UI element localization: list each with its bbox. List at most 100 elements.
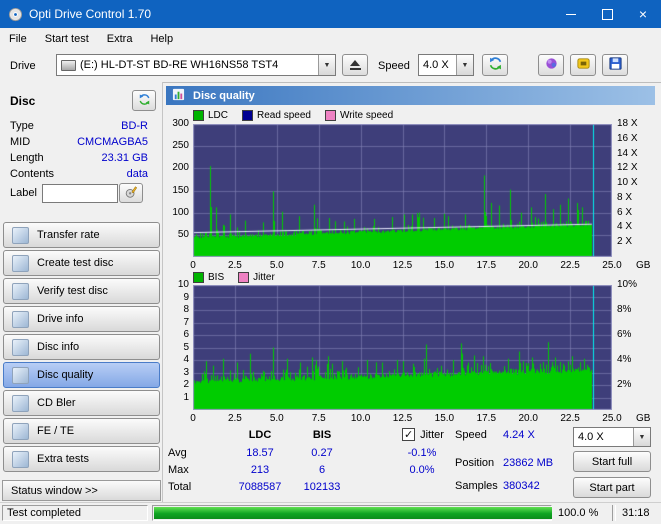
ldc-chart-legend: LDC Read speed Write speed bbox=[193, 109, 393, 121]
axis-label: 2.5 bbox=[227, 413, 242, 424]
options-button[interactable] bbox=[570, 54, 596, 76]
sidebar-item-transfer-rate[interactable]: Transfer rate bbox=[3, 222, 160, 248]
axis-label: 25.0 bbox=[602, 413, 622, 424]
axis-label: 12 X bbox=[617, 162, 638, 174]
disc-quality-icon bbox=[12, 366, 29, 384]
axis-label: 9 bbox=[183, 291, 189, 303]
legend-label: Read speed bbox=[257, 109, 311, 121]
axis-label: 4% bbox=[617, 354, 632, 365]
erase-disc-button[interactable] bbox=[538, 54, 564, 76]
stats-speed-select[interactable]: 4.0 X ▼ bbox=[573, 427, 651, 447]
label-input[interactable] bbox=[42, 184, 118, 203]
chevron-down-icon: ▼ bbox=[318, 55, 335, 75]
start-full-label: Start full bbox=[591, 455, 633, 468]
progress-bar bbox=[152, 505, 552, 521]
toolbar: Drive (E:) HL-DT-ST BD-RE WH16NS58 TST4 … bbox=[0, 49, 661, 83]
max-row-label: Max bbox=[168, 464, 189, 476]
disc-label-caption: Label bbox=[10, 187, 37, 199]
legend-swatch bbox=[242, 109, 254, 121]
disc-length-value: 23.31 GB bbox=[101, 152, 148, 164]
sidebar-item-label: Disc quality bbox=[37, 369, 94, 381]
position-stat-label: Position bbox=[455, 457, 495, 469]
sidebar-item-label: Drive info bbox=[37, 313, 84, 325]
disc-mid-value: CMCMAGBA5 bbox=[77, 136, 148, 148]
app-icon bbox=[8, 7, 23, 22]
toolbar-speed-value: 4.0 X bbox=[423, 59, 449, 71]
jitter-label: Jitter bbox=[420, 428, 444, 441]
menu-start-test[interactable]: Start test bbox=[36, 30, 98, 48]
axis-label: 15.0 bbox=[434, 413, 455, 424]
axis-label: 2 bbox=[183, 379, 189, 390]
samples-stat-label: Samples bbox=[455, 480, 498, 492]
sidebar-item-cd-bler[interactable]: CD Bler bbox=[3, 390, 160, 416]
jitter-checkbox[interactable]: ✓ bbox=[402, 428, 416, 441]
disc-refresh-button[interactable] bbox=[132, 90, 156, 111]
save-icon bbox=[608, 56, 623, 74]
title-bar: Opti Drive Control 1.70 × bbox=[0, 0, 661, 28]
sidebar-item-disc-quality[interactable]: Disc quality bbox=[3, 362, 160, 388]
menu-help[interactable]: Help bbox=[141, 30, 182, 48]
save-button[interactable] bbox=[602, 54, 628, 76]
menu-file[interactable]: File bbox=[0, 30, 36, 48]
disc-info-row: Contents data bbox=[10, 168, 148, 182]
axis-label: 10 X bbox=[617, 177, 638, 189]
sidebar-item-label: Extra tests bbox=[37, 453, 89, 465]
sidebar-item-drive-info[interactable]: Drive info bbox=[3, 306, 160, 332]
disc-length-label: Length bbox=[10, 152, 44, 164]
checkmark-icon: ✓ bbox=[403, 428, 414, 441]
axis-label: 10 bbox=[177, 279, 189, 290]
close-button[interactable]: × bbox=[625, 0, 661, 28]
drive-icon bbox=[61, 59, 76, 71]
edit-label-button[interactable] bbox=[119, 183, 143, 203]
ldc-max-value: 213 bbox=[250, 464, 270, 476]
erase-disc-icon bbox=[544, 56, 559, 74]
sidebar-item-label: Disc info bbox=[37, 341, 80, 353]
speed-stat-label: Speed bbox=[455, 429, 487, 441]
panel-header: Disc quality bbox=[166, 86, 655, 105]
legend-item: Write speed bbox=[324, 109, 393, 121]
options-icon bbox=[576, 56, 591, 74]
disc-contents-value[interactable]: data bbox=[127, 168, 148, 180]
BIS-canvas bbox=[193, 285, 612, 410]
axis-label: 0 bbox=[190, 260, 196, 271]
sidebar-item-disc-info[interactable]: Disc info bbox=[3, 334, 160, 360]
axis-label: 6 X bbox=[617, 206, 633, 218]
create-test-disc-icon bbox=[12, 254, 29, 272]
sidebar-item-create-test-disc[interactable]: Create test disc bbox=[3, 250, 160, 276]
sidebar-item-extra-tests[interactable]: Extra tests bbox=[3, 446, 160, 472]
axis-label: 3 bbox=[183, 366, 189, 378]
sidebar-item-fe-te[interactable]: FE / TE bbox=[3, 418, 160, 444]
axis-label: GB bbox=[636, 260, 651, 271]
minimize-button[interactable] bbox=[553, 0, 589, 28]
maximize-icon bbox=[601, 8, 613, 20]
sidebar: Disc Type BD-R MID CMCMAGBA5 Length 23.3… bbox=[0, 82, 163, 503]
legend-swatch bbox=[193, 271, 204, 283]
bis-column-header: BIS bbox=[312, 429, 332, 441]
drive-select[interactable]: (E:) HL-DT-ST BD-RE WH16NS58 TST4 ▼ bbox=[56, 54, 336, 76]
disc-info-icon bbox=[12, 338, 29, 356]
sidebar-item-verify-test-disc[interactable]: Verify test disc bbox=[3, 278, 160, 304]
axis-label: 25.0 bbox=[602, 260, 622, 271]
refresh-drives-button[interactable] bbox=[482, 54, 508, 76]
start-part-button[interactable]: Start part bbox=[573, 477, 651, 498]
axis-label: 200 bbox=[172, 162, 189, 174]
bis-chart: 10 9 8 7 6 5 4 3 2 1 10% 8% 6% 4% 2% 0 2.5 5.0 7.5 10.0 12.5… bbox=[178, 279, 651, 424]
axis-label: 2% bbox=[617, 379, 632, 390]
speed-label: Speed bbox=[378, 60, 410, 72]
drive-label: Drive bbox=[10, 60, 36, 72]
maximize-button[interactable] bbox=[589, 0, 625, 28]
total-row-label: Total bbox=[168, 481, 192, 493]
axis-label: 17.5 bbox=[476, 260, 497, 271]
extra-tests-icon bbox=[12, 450, 29, 468]
disc-contents-label: Contents bbox=[10, 168, 55, 180]
axis-label: 20.0 bbox=[518, 413, 538, 424]
eject-button[interactable] bbox=[342, 54, 368, 76]
start-full-button[interactable]: Start full bbox=[573, 451, 651, 472]
sidebar-item-label: Create test disc bbox=[37, 257, 114, 269]
toolbar-speed-select[interactable]: 4.0 X ▼ bbox=[418, 54, 474, 76]
status-window-button[interactable]: Status window >> bbox=[2, 480, 161, 501]
menu-extra[interactable]: Extra bbox=[98, 30, 142, 48]
drive-info-icon bbox=[12, 310, 29, 328]
legend-item: LDC bbox=[193, 109, 228, 121]
sidebar-item-label: Transfer rate bbox=[37, 229, 100, 241]
